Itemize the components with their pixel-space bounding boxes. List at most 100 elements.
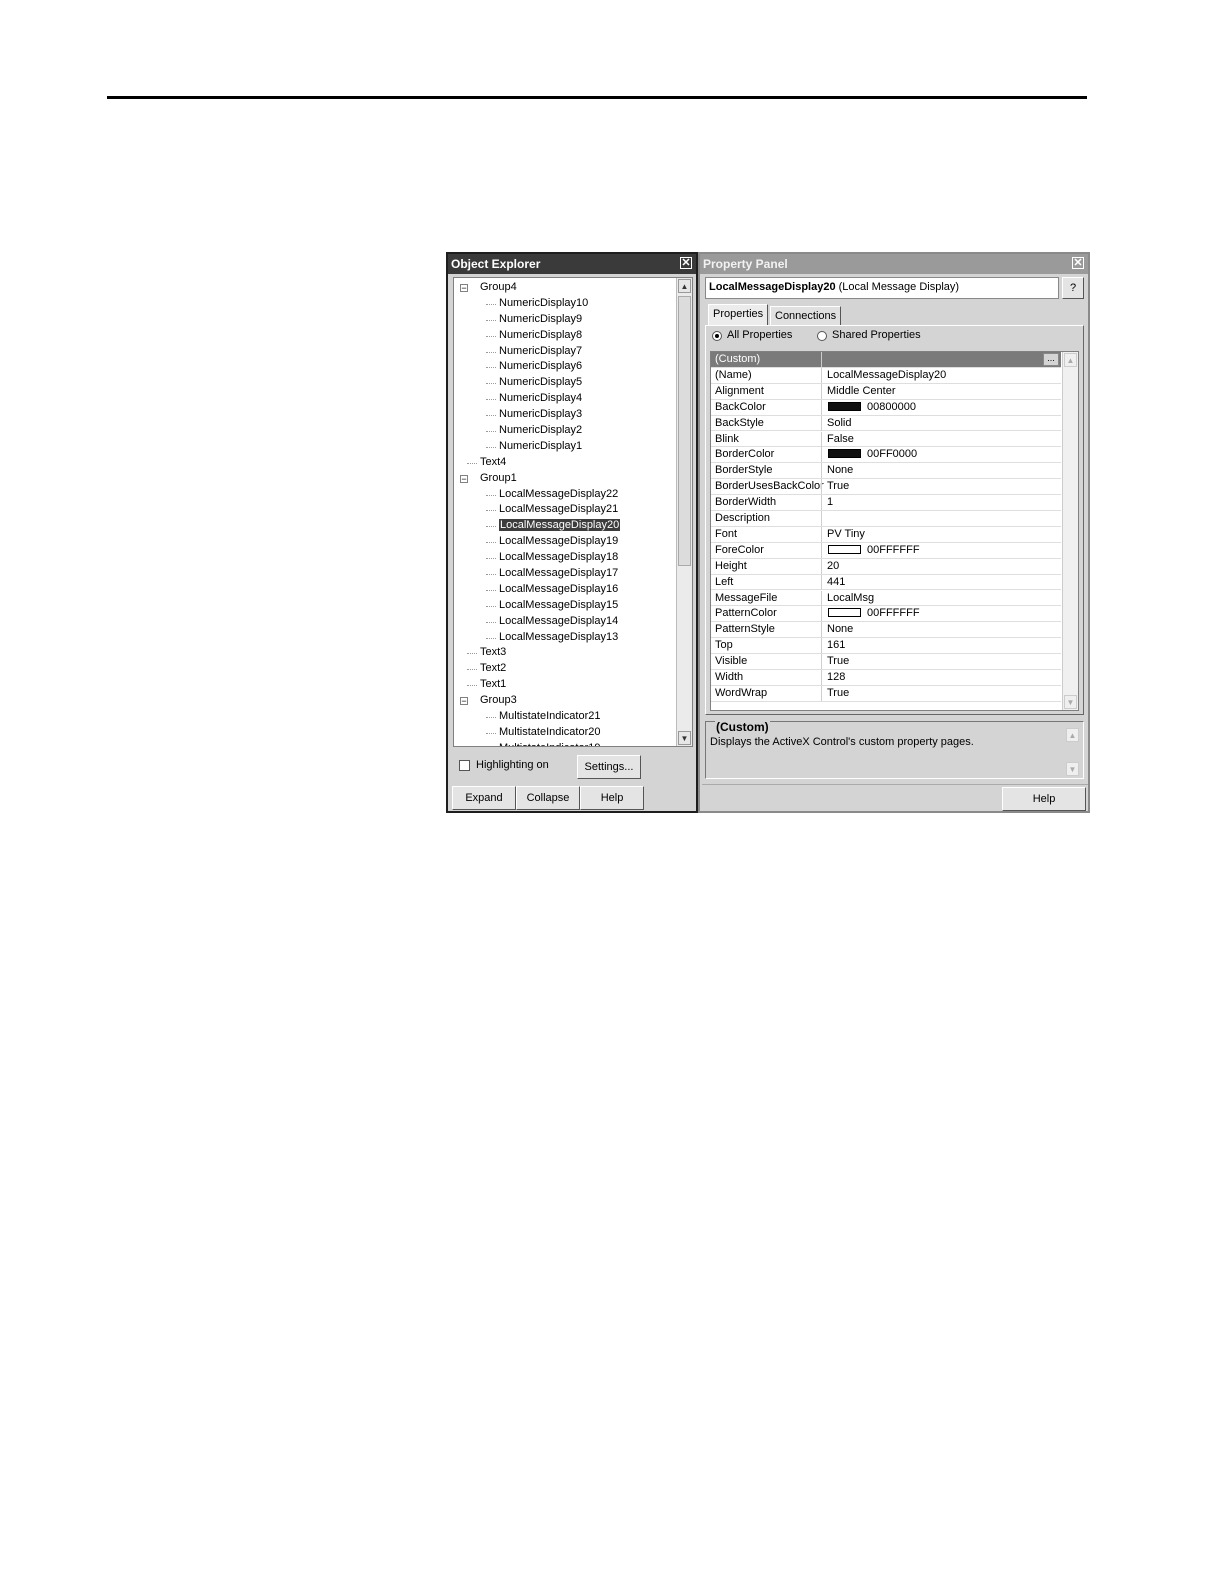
scroll-down-icon[interactable]: ▼ — [1064, 695, 1077, 709]
tree-node[interactable]: LocalMessageDisplay18 — [454, 550, 676, 566]
all-properties-radio[interactable] — [712, 331, 722, 341]
scroll-up-icon[interactable]: ▲ — [678, 279, 691, 293]
tree-node[interactable]: Text1 — [454, 677, 676, 693]
property-row[interactable]: ForeColor 00FFFFFF — [711, 542, 1061, 559]
property-row[interactable]: Alignment Middle Center — [711, 383, 1061, 400]
property-value[interactable]: 00FF0000 — [827, 447, 917, 462]
scroll-down-icon[interactable]: ▼ — [1066, 762, 1079, 776]
scroll-up-icon[interactable]: ▲ — [1066, 728, 1079, 742]
collapse-toggle-icon[interactable]: − — [460, 284, 468, 293]
highlighting-checkbox[interactable] — [459, 760, 470, 771]
property-value[interactable]: 00800000 — [827, 400, 916, 415]
tree-node[interactable]: NumericDisplay1 — [454, 439, 676, 455]
help-button[interactable]: Help — [580, 786, 644, 810]
tree-node[interactable]: NumericDisplay4 — [454, 391, 676, 407]
property-row[interactable]: BackStyle Solid — [711, 415, 1061, 432]
tree-node[interactable]: NumericDisplay3 — [454, 407, 676, 423]
property-value[interactable]: 161 — [827, 638, 845, 653]
property-value[interactable]: True — [827, 686, 849, 701]
tree-node[interactable]: LocalMessageDisplay15 — [454, 598, 676, 614]
selected-object-box[interactable]: LocalMessageDisplay20 (Local Message Dis… — [705, 277, 1059, 299]
property-row[interactable]: BackColor 00800000 — [711, 399, 1061, 416]
tree-node[interactable]: NumericDisplay6 — [454, 359, 676, 375]
tree-node[interactable]: LocalMessageDisplay16 — [454, 582, 676, 598]
tree-node[interactable]: − Group4 — [454, 280, 676, 296]
property-row[interactable]: Height 20 — [711, 558, 1061, 575]
property-value[interactable]: 00FFFFFF — [827, 606, 920, 621]
property-value[interactable]: False — [827, 432, 854, 447]
property-row[interactable]: BorderColor 00FF0000 — [711, 447, 1061, 464]
property-value[interactable]: LocalMsg — [827, 591, 874, 606]
help-button[interactable]: Help — [1002, 787, 1086, 811]
tree-node[interactable]: Text3 — [454, 645, 676, 661]
collapse-toggle-icon[interactable]: − — [460, 697, 468, 706]
tree-node[interactable]: MultistateIndicator19 — [454, 741, 676, 746]
tree-node[interactable]: MultistateIndicator21 — [454, 709, 676, 725]
tree-node[interactable]: MultistateIndicator20 — [454, 725, 676, 741]
help-question-icon[interactable]: ? — [1062, 277, 1084, 299]
tree-node[interactable]: − Group3 — [454, 693, 676, 709]
tree-node[interactable]: NumericDisplay8 — [454, 328, 676, 344]
scroll-thumb[interactable] — [678, 296, 691, 566]
property-value[interactable]: True — [827, 654, 849, 669]
property-row[interactable]: Width 128 — [711, 670, 1061, 686]
property-row[interactable]: Left 441 — [711, 574, 1061, 591]
scroll-up-icon[interactable]: ▲ — [1064, 353, 1077, 367]
property-row[interactable]: PatternStyle None — [711, 622, 1061, 639]
property-row[interactable]: BorderWidth 1 — [711, 495, 1061, 511]
tree-node[interactable]: NumericDisplay9 — [454, 312, 676, 328]
tree-node[interactable]: LocalMessageDisplay14 — [454, 614, 676, 630]
property-value[interactable]: 441 — [827, 575, 845, 590]
tree-node[interactable]: LocalMessageDisplay21 — [454, 502, 676, 518]
tree-vertical-scrollbar[interactable]: ▲ ▼ — [676, 278, 692, 746]
tree-node[interactable]: LocalMessageDisplay17 — [454, 566, 676, 582]
property-row[interactable]: Font PV Tiny — [711, 526, 1061, 543]
tree-node[interactable]: NumericDisplay7 — [454, 344, 676, 360]
close-icon[interactable]: ✕ — [680, 257, 692, 269]
property-value[interactable]: Solid — [827, 416, 851, 431]
property-row[interactable]: BorderUsesBackColor True — [711, 479, 1061, 496]
ellipsis-button[interactable]: ... — [1043, 353, 1059, 366]
tree-node[interactable]: NumericDisplay2 — [454, 423, 676, 439]
property-value[interactable]: None — [827, 463, 853, 478]
property-value[interactable]: LocalMessageDisplay20 — [827, 368, 946, 383]
scroll-down-icon[interactable]: ▼ — [678, 731, 691, 745]
property-row[interactable]: PatternColor 00FFFFFF — [711, 606, 1061, 623]
collapse-button[interactable]: Collapse — [516, 786, 580, 810]
tab-connections[interactable]: Connections — [770, 306, 842, 326]
property-row[interactable]: BorderStyle None — [711, 463, 1061, 480]
property-value[interactable]: True — [827, 479, 849, 494]
description-scrollbar[interactable]: ▲ ▼ — [1065, 728, 1081, 776]
collapse-toggle-icon[interactable]: − — [460, 474, 468, 483]
property-row[interactable]: WordWrap True — [711, 685, 1061, 702]
tree-node[interactable]: NumericDisplay5 — [454, 375, 676, 391]
tree-node[interactable]: − Group1 — [454, 471, 676, 487]
property-value[interactable]: None — [827, 622, 853, 637]
property-value[interactable]: PV Tiny — [827, 527, 865, 542]
property-value[interactable]: 00FFFFFF — [827, 543, 920, 558]
tree-node[interactable]: Text2 — [454, 661, 676, 677]
property-row[interactable]: Blink False — [711, 431, 1061, 448]
property-row[interactable]: (Name) LocalMessageDisplay20 — [711, 367, 1061, 384]
settings-button[interactable]: Settings... — [577, 755, 641, 779]
property-row[interactable]: MessageFile LocalMsg — [711, 590, 1061, 607]
tree-node[interactable]: LocalMessageDisplay19 — [454, 534, 676, 550]
property-row[interactable]: (Custom)... — [711, 352, 1061, 368]
expand-button[interactable]: Expand — [452, 786, 516, 810]
property-value[interactable]: 128 — [827, 670, 845, 685]
tree-node[interactable]: NumericDisplay10 — [454, 296, 676, 312]
property-row[interactable]: Top 161 — [711, 638, 1061, 655]
tree-node[interactable]: LocalMessageDisplay22 — [454, 487, 676, 503]
property-value[interactable]: 1 — [827, 495, 833, 510]
close-icon[interactable]: ✕ — [1072, 257, 1084, 269]
property-row[interactable]: Description — [711, 511, 1061, 527]
property-value[interactable]: 20 — [827, 559, 839, 574]
grid-vertical-scrollbar[interactable]: ▲ ▼ — [1062, 352, 1078, 710]
tab-properties[interactable]: Properties — [708, 304, 769, 326]
shared-properties-radio[interactable] — [817, 331, 827, 341]
property-row[interactable]: Visible True — [711, 654, 1061, 670]
tree-node[interactable]: LocalMessageDisplay13 — [454, 630, 676, 646]
tree-node[interactable]: LocalMessageDisplay20 — [454, 518, 676, 534]
property-value[interactable]: Middle Center — [827, 384, 895, 399]
tree-node[interactable]: Text4 — [454, 455, 676, 471]
